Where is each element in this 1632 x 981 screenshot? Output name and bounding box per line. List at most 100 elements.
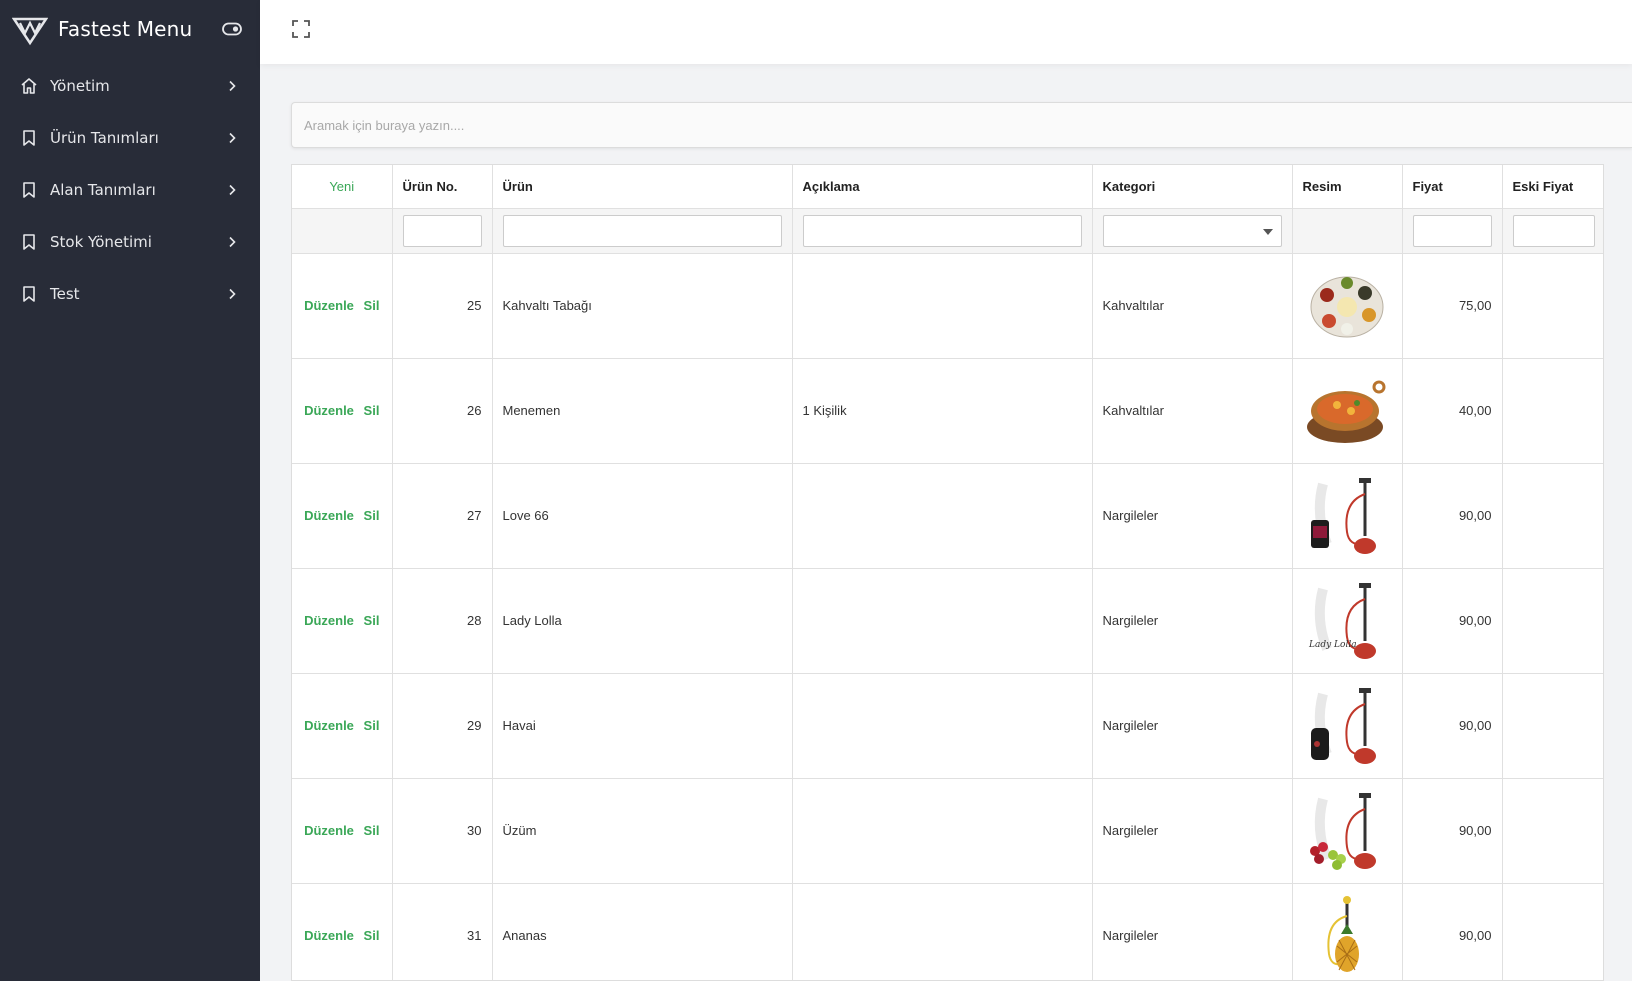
- cell-fiyat: 90,00: [1402, 673, 1503, 779]
- new-button[interactable]: Yeni: [292, 165, 393, 209]
- filter-eski-fiyat-input[interactable]: [1512, 214, 1595, 247]
- caret-down-icon: [1262, 228, 1273, 235]
- table-row: Düzenle Sil 27 Love 66 Nargileler 90,00: [292, 463, 1603, 569]
- table-row: Düzenle Sil 28 Lady Lolla Nargileler Lad…: [292, 568, 1603, 674]
- sidebar-item-test[interactable]: Test: [0, 268, 260, 320]
- cell-urun-no: 25: [392, 253, 493, 359]
- column-header-eski-fiyat[interactable]: Eski Fiyat: [1502, 165, 1603, 209]
- chevron-right-icon: [229, 288, 236, 300]
- cell-eski-fiyat: [1502, 778, 1603, 884]
- filter-fiyat-input[interactable]: [1412, 214, 1492, 247]
- brand: Fastest Menu: [0, 0, 260, 58]
- cell-kategori: Nargileler: [1092, 883, 1293, 980]
- edit-button[interactable]: Düzenle: [304, 823, 354, 838]
- delete-button[interactable]: Sil: [364, 928, 380, 943]
- delete-button[interactable]: Sil: [364, 508, 380, 523]
- cell-urun-no: 30: [392, 778, 493, 884]
- cell-kategori: Kahvaltılar: [1092, 253, 1293, 359]
- search-box: [291, 102, 1632, 148]
- cell-urun: Lady Lolla: [492, 568, 793, 674]
- delete-button[interactable]: Sil: [364, 823, 380, 838]
- column-header-urun-no[interactable]: Ürün No.: [392, 165, 493, 209]
- filter-cell: [1502, 208, 1603, 254]
- home-icon: [20, 77, 38, 95]
- delete-button[interactable]: Sil: [364, 613, 380, 628]
- cell-aciklama: [792, 778, 1093, 884]
- delete-button[interactable]: Sil: [364, 718, 380, 733]
- sidebar-toggle-icon[interactable]: [222, 22, 242, 36]
- cell-kategori: Nargileler: [1092, 673, 1293, 779]
- cell-urun-no: 31: [392, 883, 493, 980]
- column-header-fiyat[interactable]: Fiyat: [1402, 165, 1503, 209]
- column-header-resim[interactable]: Resim: [1292, 165, 1403, 209]
- cell-urun-no: 27: [392, 463, 493, 569]
- cell-eski-fiyat: [1502, 253, 1603, 359]
- edit-button[interactable]: Düzenle: [304, 718, 354, 733]
- table-row: Düzenle Sil 26 Menemen 1 Kişilik Kahvalt…: [292, 358, 1603, 464]
- sidebar-item-yonetim[interactable]: Yönetim: [0, 60, 260, 112]
- cell-urun: Ananas: [492, 883, 793, 980]
- table-header-row: Yeni Ürün No. Ürün Açıklama Kategori Res…: [292, 165, 1603, 209]
- table-row: Düzenle Sil 31 Ananas Nargileler 90,00: [292, 883, 1603, 980]
- cell-fiyat: 90,00: [1402, 568, 1503, 674]
- sidebar: Fastest Menu Yönetim Ürün Tanımları Alan…: [0, 0, 260, 981]
- cell-urun: Love 66: [492, 463, 793, 569]
- cell-resim: [1292, 463, 1403, 569]
- sidebar-item-label: Test: [50, 285, 80, 303]
- sidebar-nav: Yönetim Ürün Tanımları Alan Tanımları St…: [0, 60, 260, 320]
- cell-aciklama: [792, 463, 1093, 569]
- delete-button[interactable]: Sil: [364, 403, 380, 418]
- search-input[interactable]: [304, 117, 1632, 133]
- row-actions: Düzenle Sil: [292, 883, 393, 980]
- cell-fiyat: 90,00: [1402, 778, 1503, 884]
- column-header-kategori[interactable]: Kategori: [1092, 165, 1293, 209]
- cell-urun: Kahvaltı Tabağı: [492, 253, 793, 359]
- app-title: Fastest Menu: [58, 17, 193, 41]
- hookah-havai-image: [1307, 683, 1387, 768]
- edit-button[interactable]: Düzenle: [304, 613, 354, 628]
- table-row: Düzenle Sil 25 Kahvaltı Tabağı Kahvaltıl…: [292, 253, 1603, 359]
- filter-cell-empty: [292, 208, 393, 254]
- sidebar-item-label: Ürün Tanımları: [50, 129, 159, 147]
- row-actions: Düzenle Sil: [292, 568, 393, 674]
- edit-button[interactable]: Düzenle: [304, 928, 354, 943]
- cell-urun: Havai: [492, 673, 793, 779]
- edit-button[interactable]: Düzenle: [304, 403, 354, 418]
- cell-urun-no: 28: [392, 568, 493, 674]
- edit-button[interactable]: Düzenle: [304, 508, 354, 523]
- delete-button[interactable]: Sil: [364, 298, 380, 313]
- cell-fiyat: 40,00: [1402, 358, 1503, 464]
- edit-button[interactable]: Düzenle: [304, 298, 354, 313]
- cell-urun: Menemen: [492, 358, 793, 464]
- cell-fiyat: 75,00: [1402, 253, 1503, 359]
- chevron-right-icon: [229, 236, 236, 248]
- cell-resim: [1292, 358, 1403, 464]
- filter-urun-no-input[interactable]: [402, 214, 482, 247]
- sidebar-item-urun-tanimlari[interactable]: Ürün Tanımları: [0, 112, 260, 164]
- column-header-aciklama[interactable]: Açıklama: [792, 165, 1093, 209]
- filter-kategori-select[interactable]: [1102, 214, 1282, 247]
- fullscreen-icon[interactable]: [292, 20, 310, 38]
- filter-aciklama-input[interactable]: [802, 214, 1082, 247]
- cell-fiyat: 90,00: [1402, 463, 1503, 569]
- filter-urun-input[interactable]: [502, 214, 782, 247]
- chevron-right-icon: [229, 184, 236, 196]
- cell-aciklama: [792, 253, 1093, 359]
- column-header-urun[interactable]: Ürün: [492, 165, 793, 209]
- cell-aciklama: [792, 673, 1093, 779]
- cell-kategori: Nargileler: [1092, 778, 1293, 884]
- chevron-right-icon: [229, 132, 236, 144]
- bookmark-icon: [20, 233, 38, 251]
- cell-urun-no: 29: [392, 673, 493, 779]
- product-table: Yeni Ürün No. Ürün Açıklama Kategori Res…: [292, 165, 1603, 980]
- filter-cell: [1092, 208, 1293, 254]
- table-row: Düzenle Sil 29 Havai Nargileler 90,00: [292, 673, 1603, 779]
- sidebar-item-alan-tanimlari[interactable]: Alan Tanımları: [0, 164, 260, 216]
- filter-row: [292, 208, 1603, 254]
- product-grid: Yeni Ürün No. Ürün Açıklama Kategori Res…: [291, 164, 1604, 981]
- hookah-grape-image: [1307, 788, 1387, 873]
- sidebar-item-stok-yonetimi[interactable]: Stok Yönetimi: [0, 216, 260, 268]
- breakfast-plate-image: [1310, 276, 1384, 337]
- hookah-love66-image: [1307, 473, 1387, 558]
- row-actions: Düzenle Sil: [292, 463, 393, 569]
